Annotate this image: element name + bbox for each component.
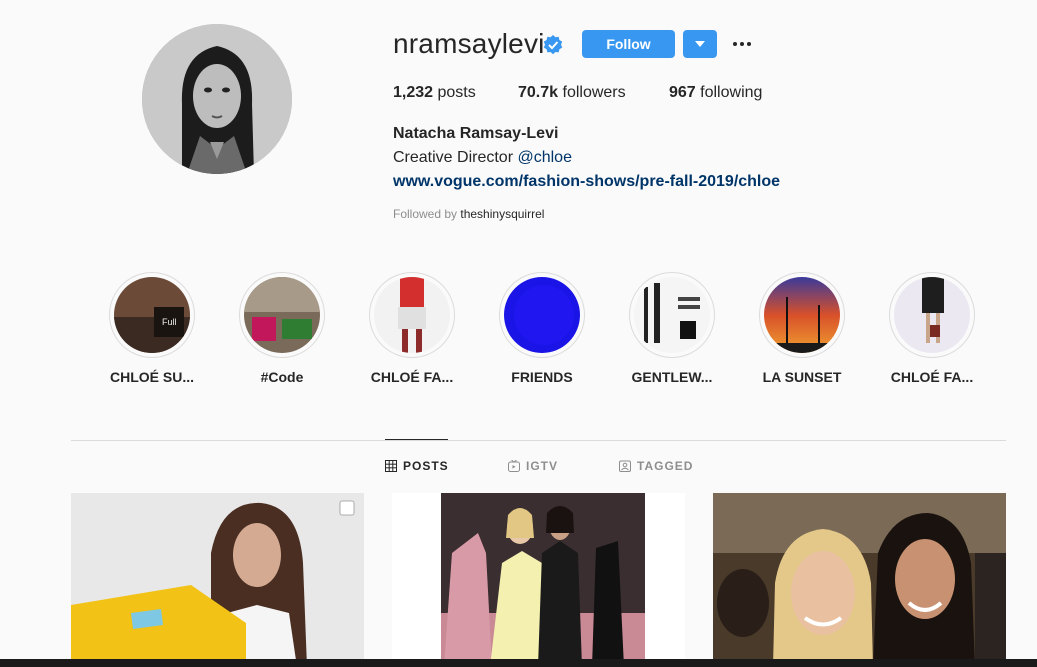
followers-stat[interactable]: 70.7k followers bbox=[518, 84, 626, 102]
highlight-ring bbox=[499, 272, 585, 358]
highlight-ring bbox=[369, 272, 455, 358]
tabs-divider bbox=[71, 440, 1006, 441]
highlight-item[interactable]: FRIENDS bbox=[477, 272, 607, 385]
highlight-item[interactable]: LA SUNSET bbox=[737, 272, 867, 385]
highlight-item[interactable]: CHLOÉ FA... bbox=[347, 272, 477, 385]
verified-badge-icon bbox=[543, 35, 563, 55]
igtv-icon bbox=[508, 460, 520, 472]
followed-by: Followed by theshinysquirrel bbox=[393, 207, 544, 221]
tab-posts[interactable]: POSTS bbox=[385, 459, 449, 473]
bio-mention-link[interactable]: @chloe bbox=[517, 149, 572, 166]
tab-tagged-label: TAGGED bbox=[637, 459, 694, 473]
more-options-button[interactable] bbox=[731, 30, 753, 58]
highlight-item[interactable]: GENTLEW... bbox=[607, 272, 737, 385]
highlight-cover: Full bbox=[114, 277, 190, 353]
highlight-label: CHLOÉ FA... bbox=[890, 369, 974, 385]
highlight-ring bbox=[629, 272, 715, 358]
followed-by-prefix: Followed by bbox=[393, 207, 461, 221]
chevron-down-icon bbox=[695, 41, 705, 47]
highlight-label: #Code bbox=[260, 369, 304, 385]
following-label: following bbox=[700, 84, 763, 101]
highlight-cover bbox=[634, 277, 710, 353]
highlight-ring bbox=[239, 272, 325, 358]
bio-text: Creative Director bbox=[393, 149, 518, 166]
grid-icon bbox=[385, 460, 397, 472]
posts-stat: 1,232 posts bbox=[393, 84, 476, 102]
os-dock-edge bbox=[0, 659, 1037, 667]
highlight-item[interactable]: #Code bbox=[217, 272, 347, 385]
tab-igtv-label: IGTV bbox=[526, 459, 559, 473]
highlight-cover bbox=[374, 277, 450, 353]
profile-full-name: Natacha Ramsay-Levi bbox=[393, 125, 559, 142]
profile-username: nramsaylevi bbox=[393, 28, 545, 59]
followers-label: followers bbox=[562, 84, 626, 101]
more-options-icon bbox=[733, 42, 751, 46]
highlight-item[interactable]: Full CHLOÉ SU... bbox=[87, 272, 217, 385]
highlight-label: GENTLEW... bbox=[631, 369, 713, 385]
tab-tagged[interactable]: TAGGED bbox=[619, 459, 693, 473]
follow-button[interactable]: Follow bbox=[582, 30, 675, 58]
following-count: 967 bbox=[669, 84, 696, 101]
profile-website-link[interactable]: www.vogue.com/fashion-shows/pre-fall-201… bbox=[393, 173, 780, 191]
highlight-ring bbox=[889, 272, 975, 358]
tab-posts-label: POSTS bbox=[403, 459, 449, 473]
posts-count: 1,232 bbox=[393, 84, 434, 101]
highlight-label: CHLOÉ SU... bbox=[109, 369, 194, 385]
highlight-cover bbox=[764, 277, 840, 353]
profile-avatar[interactable] bbox=[142, 24, 292, 174]
svg-text:Full: Full bbox=[162, 317, 177, 327]
post-thumbnail[interactable] bbox=[71, 493, 364, 667]
followers-count: 70.7k bbox=[518, 84, 559, 101]
highlight-label: FRIENDS bbox=[511, 369, 573, 385]
highlight-ring: Full bbox=[109, 272, 195, 358]
following-stat[interactable]: 967 following bbox=[669, 84, 762, 102]
profile-bio: Creative Director @chloe bbox=[393, 149, 572, 167]
highlight-cover bbox=[894, 277, 970, 353]
post-thumbnail[interactable] bbox=[713, 493, 1006, 667]
posts-label: posts bbox=[437, 84, 476, 101]
highlight-item[interactable]: CHLOÉ FA... bbox=[867, 272, 997, 385]
highlight-ring bbox=[759, 272, 845, 358]
post-thumbnail[interactable] bbox=[392, 493, 685, 667]
highlight-label: CHLOÉ FA... bbox=[370, 369, 454, 385]
highlight-cover bbox=[244, 277, 320, 353]
followed-by-user-link[interactable]: theshinysquirrel bbox=[460, 207, 544, 221]
highlight-label: LA SUNSET bbox=[762, 369, 842, 385]
tagged-icon bbox=[619, 460, 631, 472]
active-tab-indicator bbox=[385, 439, 448, 440]
multi-photo-icon bbox=[339, 500, 355, 516]
suggested-accounts-dropdown-button[interactable] bbox=[683, 30, 717, 58]
tab-igtv[interactable]: IGTV bbox=[508, 459, 558, 473]
highlight-cover bbox=[504, 277, 580, 353]
